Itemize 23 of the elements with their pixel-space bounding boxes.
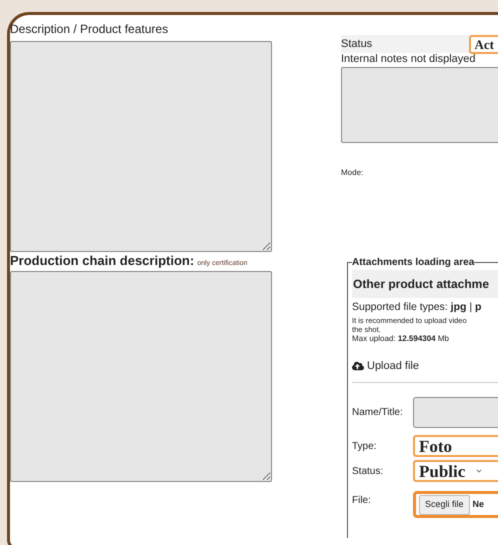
status-select[interactable]: Act — [468, 34, 498, 54]
file-types-text: Supported file types: jpg | p — [352, 300, 482, 315]
choose-file-button[interactable]: Scegli file — [419, 495, 470, 514]
production-chain-label: Production chain description: — [10, 253, 194, 268]
max-upload-text: Max upload: 12.594304 Mb — [352, 334, 450, 344]
type-select[interactable]: Foto — [413, 435, 498, 458]
internal-notes-label: Internal notes not displayed — [341, 53, 477, 66]
cloud-upload-icon — [352, 360, 364, 372]
description-label: Description / Product features — [10, 22, 170, 36]
mode-label: Mode: — [341, 167, 364, 179]
upload-file-link[interactable]: Upload file — [367, 358, 419, 374]
name-title-label: Name/Title: — [352, 406, 404, 420]
type-label: Type: — [352, 440, 378, 454]
file-label: File: — [352, 494, 372, 508]
file-input[interactable]: Scegli file Ne — [413, 491, 498, 518]
status-dropdown[interactable]: Public — [413, 460, 498, 482]
attachments-legend: Attachments loading area — [352, 255, 474, 270]
status-label: Status — [341, 36, 374, 52]
file-status-text: Ne — [472, 498, 484, 511]
internal-notes-textarea[interactable] — [341, 67, 498, 143]
status-field-label: Status: — [352, 464, 384, 479]
name-title-field[interactable] — [413, 397, 498, 428]
attachments-title: Other product attachme — [353, 277, 490, 291]
